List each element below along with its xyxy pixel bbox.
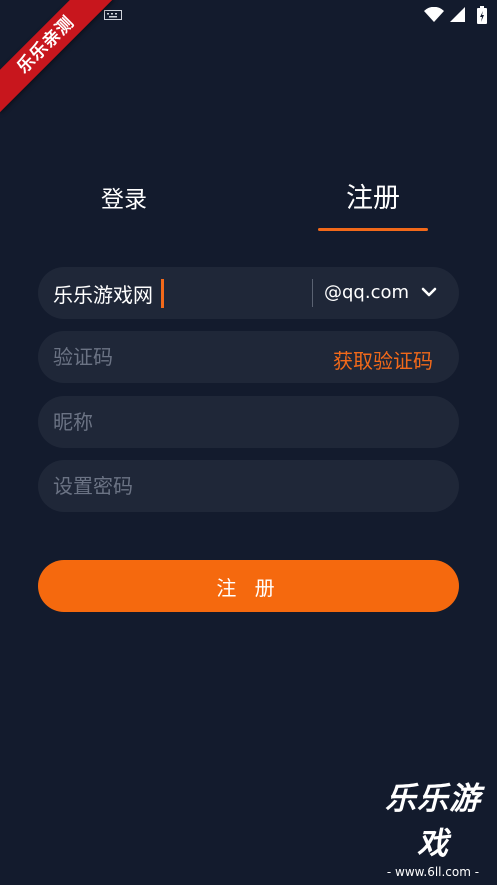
watermark-url: - www.6ll.com - bbox=[386, 865, 480, 879]
code-field: 获取验证码 bbox=[38, 331, 459, 383]
text-caret bbox=[161, 279, 164, 308]
signal-icon bbox=[450, 7, 465, 22]
get-code-button[interactable]: 获取验证码 bbox=[333, 345, 433, 374]
email-domain-value: @qq.com bbox=[324, 282, 410, 303]
nickname-input[interactable] bbox=[53, 396, 303, 448]
watermark-title: 乐乐游戏 bbox=[385, 781, 481, 862]
tab-login[interactable]: 登录 bbox=[74, 180, 174, 214]
auth-tabs: 登录 注册 bbox=[0, 170, 497, 234]
account-field: @qq.com bbox=[38, 267, 459, 319]
password-field bbox=[38, 460, 459, 512]
battery-icon bbox=[477, 6, 487, 24]
watermark: 乐乐游戏 - www.6ll.com - bbox=[373, 773, 493, 879]
tab-register[interactable]: 注册 bbox=[318, 176, 428, 215]
chevron-down-icon bbox=[421, 287, 437, 297]
nickname-field bbox=[38, 396, 459, 448]
keyboard-icon bbox=[104, 10, 122, 20]
verification-code-input[interactable] bbox=[53, 331, 303, 383]
wifi-icon bbox=[424, 7, 444, 22]
email-domain-select[interactable]: @qq.com bbox=[324, 267, 444, 319]
register-button[interactable]: 注 册 bbox=[38, 560, 459, 612]
active-tab-indicator bbox=[318, 228, 428, 231]
password-input[interactable] bbox=[53, 460, 303, 512]
account-input[interactable] bbox=[53, 267, 303, 319]
field-divider bbox=[312, 279, 313, 307]
